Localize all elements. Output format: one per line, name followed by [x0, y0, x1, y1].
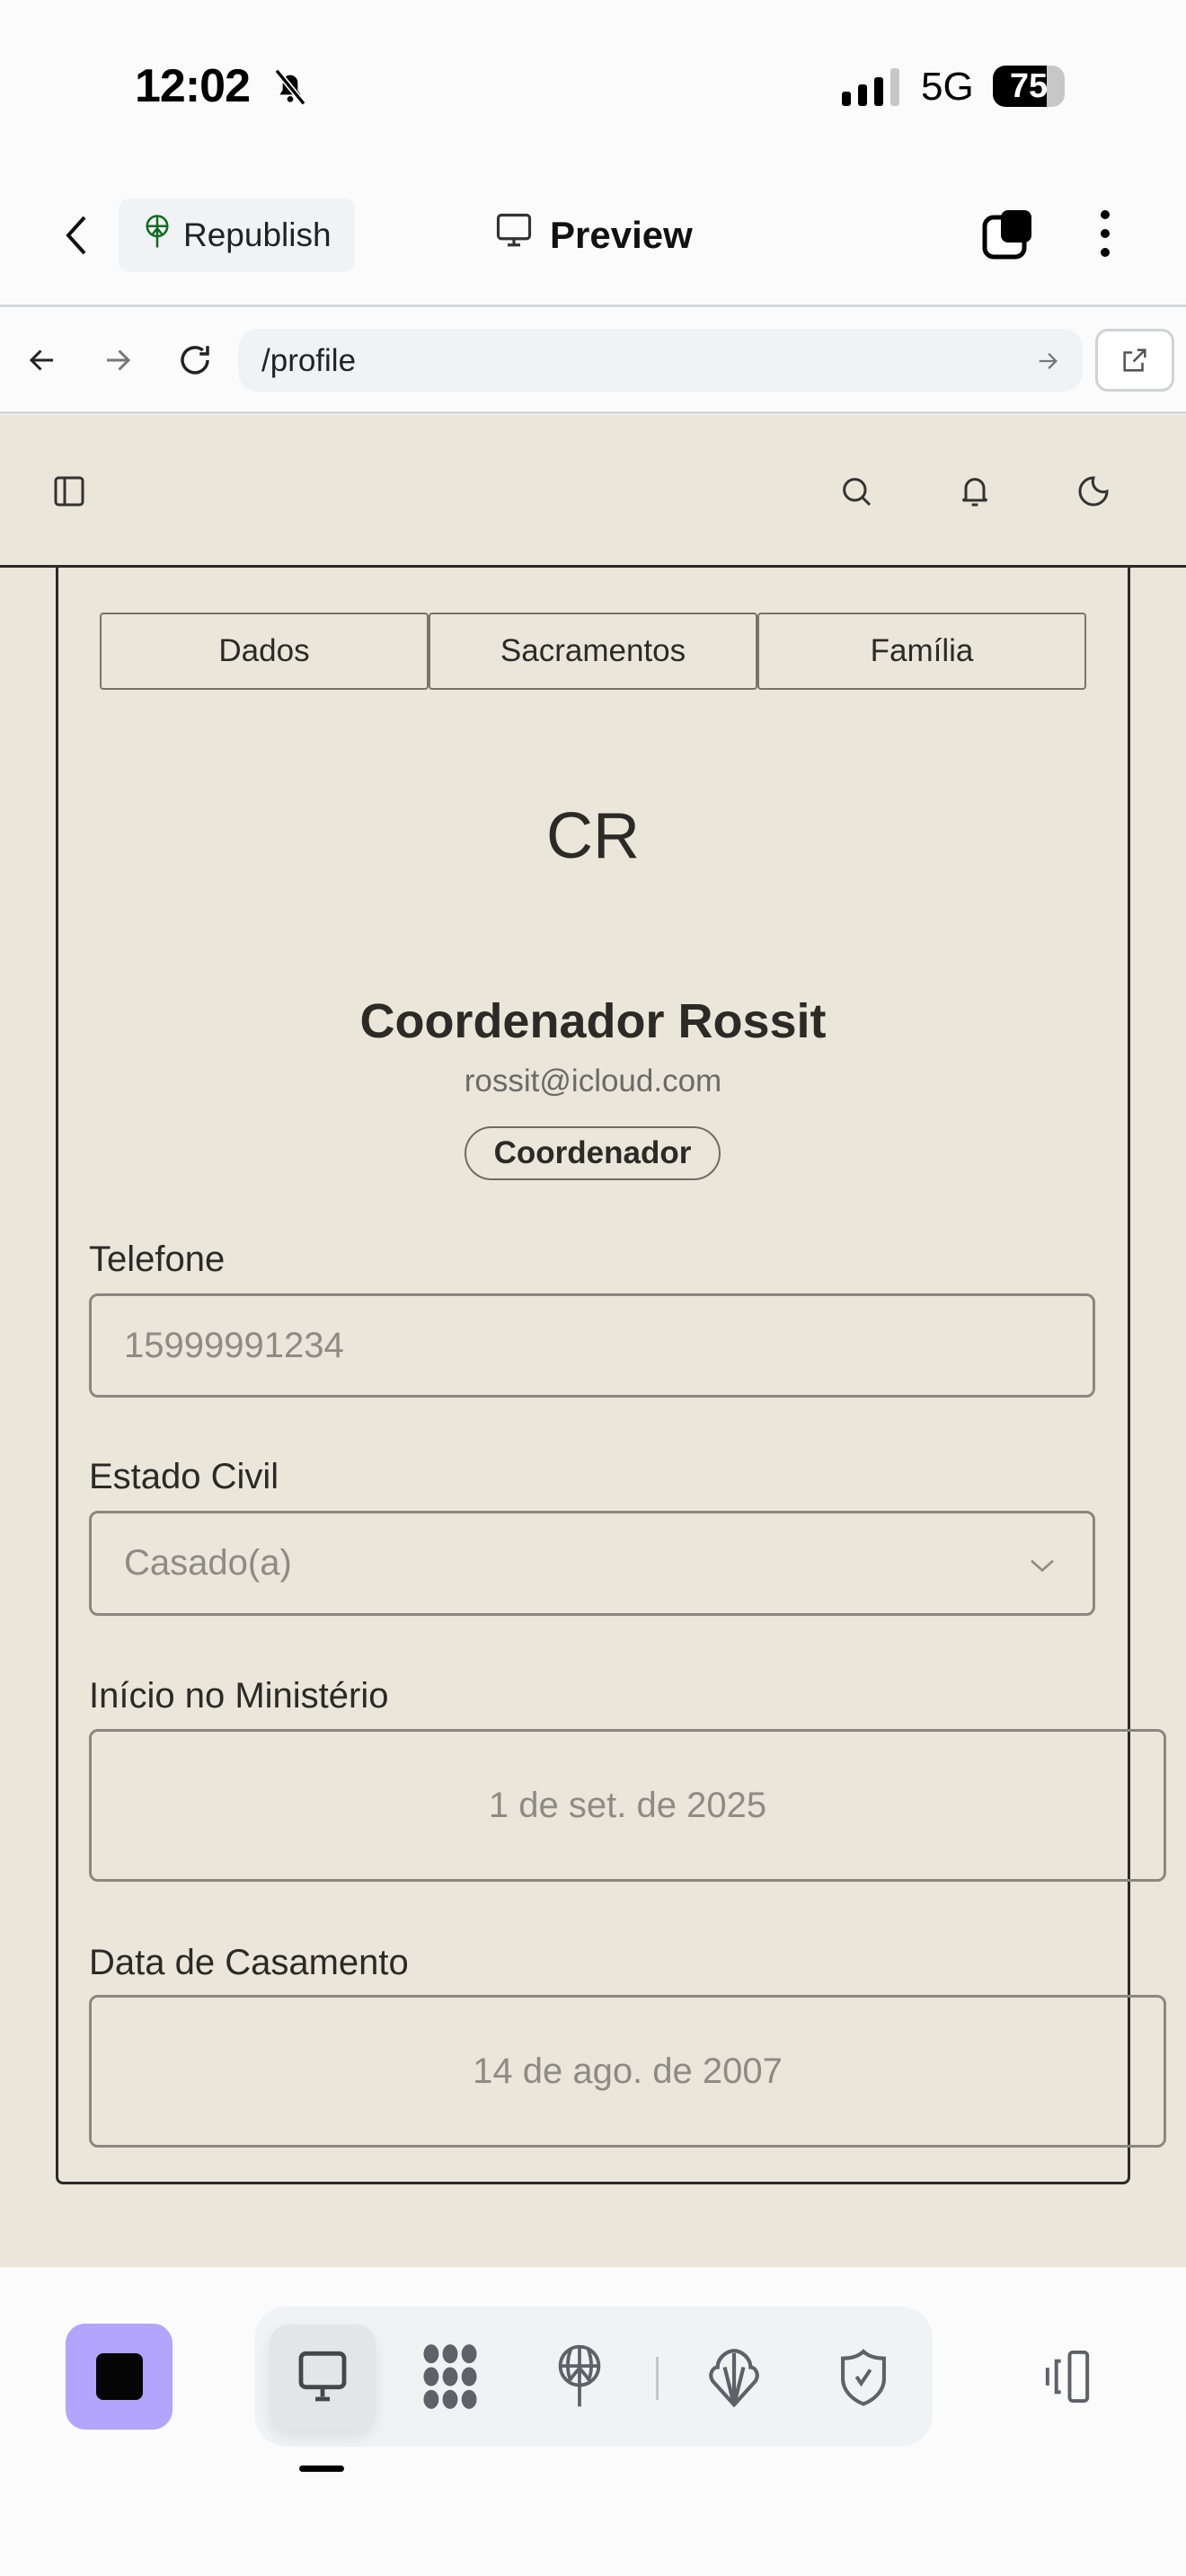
external-link-icon	[1123, 348, 1146, 372]
browser-forward-icon[interactable]	[95, 338, 140, 383]
preview-title: Preview	[494, 212, 693, 259]
status-time: 12:02	[135, 60, 251, 112]
toolbar-divider	[656, 2357, 659, 2400]
phone-input[interactable]: 15999991234	[89, 1293, 1095, 1398]
back-chevron-icon[interactable]	[54, 208, 99, 262]
avatar-initials: CR	[546, 800, 640, 872]
browser-back-icon[interactable]	[20, 338, 65, 383]
app-header	[0, 415, 1186, 568]
shell-icon[interactable]	[697, 2335, 771, 2418]
preview-mode-button[interactable]	[270, 2325, 376, 2430]
chevron-down-icon	[1028, 1543, 1057, 1584]
bell-icon[interactable]	[952, 469, 997, 514]
role-badge: Coordenador	[465, 1126, 721, 1180]
phone-label: Telefone	[89, 1239, 226, 1279]
wedding-date[interactable]: 14 de ago. de 2007	[89, 1995, 1166, 2148]
profile-name: Coordenador Rossit	[359, 994, 827, 1048]
tab-dados[interactable]: Dados	[100, 613, 429, 690]
ministry-start-value: 1 de set. de 2025	[488, 1785, 767, 1825]
moon-icon[interactable]	[1071, 469, 1116, 514]
active-indicator	[299, 2466, 344, 2472]
profile-email: rossit@icloud.com	[464, 1063, 722, 1098]
divider	[0, 411, 1186, 414]
network-label: 5G	[921, 65, 974, 109]
device-rotate-icon[interactable]	[1031, 2341, 1103, 2413]
shield-check-icon[interactable]	[827, 2335, 900, 2418]
monitor-icon	[298, 2351, 347, 2402]
monitor-icon	[494, 212, 534, 259]
search-icon[interactable]	[834, 469, 879, 514]
sidebar-toggle-icon[interactable]	[47, 469, 92, 514]
stop-button[interactable]	[66, 2324, 173, 2430]
url-input[interactable]: /profile	[238, 329, 1083, 392]
bell-muted-icon	[268, 65, 313, 110]
globe-upload-icon	[144, 214, 171, 258]
signal-icon	[840, 66, 903, 108]
publish-globe-icon[interactable]	[543, 2335, 616, 2418]
workflow-icon[interactable]	[413, 2335, 487, 2418]
tab-sacramentos[interactable]: Sacramentos	[429, 613, 757, 690]
go-arrow-icon[interactable]	[1031, 345, 1064, 377]
open-external-button[interactable]	[1095, 329, 1174, 392]
ministry-start-label: Início no Ministério	[89, 1676, 389, 1716]
tabs-icon[interactable]	[979, 205, 1037, 262]
battery-indicator: 75	[993, 66, 1065, 107]
republish-label: Republish	[183, 216, 332, 253]
divider	[0, 304, 1186, 307]
ministry-start-date[interactable]: 1 de set. de 2025	[89, 1729, 1166, 1882]
wedding-date-value: 14 de ago. de 2007	[473, 2051, 783, 2091]
civil-status-select[interactable]: Casado(a)	[89, 1511, 1095, 1616]
civil-status-label: Estado Civil	[89, 1457, 279, 1496]
phone-value: 15999991234	[124, 1325, 344, 1365]
wedding-date-label: Data de Casamento	[89, 1943, 409, 1982]
republish-button[interactable]: Republish	[119, 198, 355, 272]
civil-status-value: Casado(a)	[124, 1543, 292, 1583]
url-text: /profile	[261, 343, 357, 378]
more-vertical-icon[interactable]	[1087, 205, 1123, 262]
reload-icon[interactable]	[171, 336, 219, 384]
preview-label: Preview	[550, 214, 693, 256]
stop-icon	[95, 2353, 143, 2400]
tab-familia[interactable]: Família	[757, 613, 1086, 690]
